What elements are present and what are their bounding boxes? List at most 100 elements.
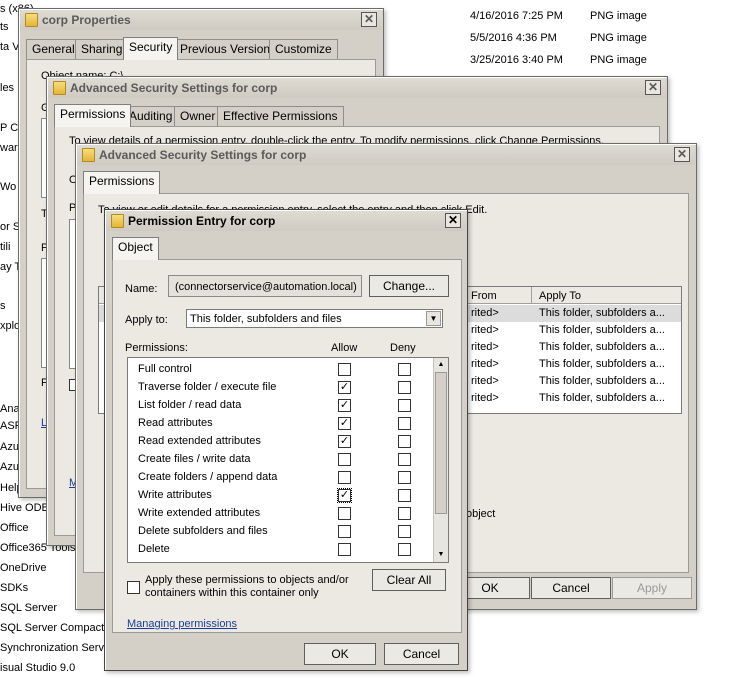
tab-security[interactable]: Security [123,37,179,60]
tab-sharing[interactable]: Sharing [75,39,129,60]
deny-checkbox[interactable] [398,435,411,448]
allow-checkbox[interactable] [338,471,351,484]
row-from: rited> [471,375,499,387]
row-apply-to: This folder, subfolders a... [539,341,665,353]
permissions-list[interactable]: Full control Traverse folder / execute fi… [127,357,449,563]
tree-item[interactable]: Synchronization Servic [0,642,112,654]
scroll-down-icon[interactable]: ▼ [435,549,447,561]
advanced-titlebar[interactable]: Advanced Security Settings for corp ✕ [77,145,695,165]
chevron-down-icon[interactable]: ▼ [426,311,441,326]
permission-name: Write extended attributes [138,507,261,519]
scroll-thumb[interactable] [435,372,447,514]
tree-item[interactable]: ts [0,21,9,33]
permission-entry-titlebar[interactable]: Permission Entry for corp ✕ [106,211,466,231]
allow-checkbox[interactable]: ✓ [338,417,351,430]
tab-effective-permissions[interactable]: Effective Permissions [217,106,344,127]
folder-icon [82,148,95,162]
tab-previous-versions[interactable]: Previous Versions [174,39,283,60]
entry-ok-button[interactable]: OK [304,643,376,665]
row-from: rited> [471,307,499,319]
deny-checkbox[interactable] [398,381,411,394]
col-divider [531,287,532,304]
deny-checkbox[interactable] [398,507,411,520]
tab-permissions-front[interactable]: Permissions [83,171,161,194]
tab-owner[interactable]: Owner [174,106,222,127]
file-row[interactable]: 4/16/2016 7:25 PM PNG image [380,10,740,28]
deny-checkbox[interactable] [398,543,411,556]
row-apply-to: This folder, subfolders a... [539,392,665,404]
allow-checkbox[interactable]: ✓ [337,488,352,503]
deny-checkbox[interactable] [398,399,411,412]
clear-all-button[interactable]: Clear All [372,569,446,591]
tree-item[interactable]: Hive ODB [0,502,49,514]
tree-item[interactable]: Wo [0,181,16,193]
allow-checkbox[interactable]: ✓ [338,399,351,412]
tree-item[interactable]: SDKs [0,582,28,594]
advanced-titlebar-back[interactable]: Advanced Security Settings for corp ✕ [48,78,666,98]
permission-name: Delete subfolders and files [138,525,268,537]
file-date: 4/16/2016 7:25 PM [470,10,563,22]
tree-item[interactable]: SQL Server Compact E [0,622,115,634]
entry-cancel-button[interactable]: Cancel [384,643,459,665]
deny-checkbox[interactable] [398,489,411,502]
cancel-button[interactable]: Cancel [531,577,611,599]
allow-checkbox[interactable] [338,363,351,376]
permission-name: Traverse folder / execute file [138,381,277,393]
tree-item[interactable]: Azu [0,441,19,453]
tree-item[interactable]: les [0,82,14,94]
tree-item[interactable]: P C [0,122,18,134]
permission-name: Write attributes [138,489,212,501]
deny-checkbox[interactable] [398,363,411,376]
managing-permissions-link[interactable]: Managing permissions [127,618,237,630]
tab-permissions[interactable]: Permissions [54,104,132,127]
close-icon[interactable]: ✕ [645,80,661,95]
properties-titlebar[interactable]: corp Properties ✕ [20,10,382,30]
allow-checkbox[interactable]: ✓ [338,435,351,448]
tree-item[interactable]: isual Studio 9.0 [0,662,75,674]
permission-name: Create files / write data [138,453,251,465]
permission-row: Write attributes ✓ [128,487,433,505]
tree-item[interactable]: Office [0,522,29,534]
tree-item[interactable]: OneDrive [0,562,46,574]
scrollbar[interactable]: ▲ ▼ [433,358,448,562]
tree-item[interactable]: war [0,142,18,154]
change-button[interactable]: Change... [369,275,449,297]
allow-checkbox[interactable] [338,525,351,538]
apply-to-select[interactable]: This folder, subfolders and files ▼ [186,309,443,328]
permission-name: List folder / read data [138,399,242,411]
tree-item[interactable]: tili [0,241,10,253]
file-date: 3/25/2016 3:40 PM [470,54,563,66]
row-apply-to: This folder, subfolders a... [539,324,665,336]
apply-button[interactable]: Apply [612,577,692,599]
tree-item[interactable]: SQL Server [0,602,57,614]
deny-checkbox[interactable] [398,525,411,538]
apply-inherit-checkbox[interactable] [127,581,140,594]
allow-checkbox[interactable] [338,453,351,466]
file-type: PNG image [590,32,647,44]
tab-object[interactable]: Object [112,237,159,260]
properties-title: corp Properties [42,13,131,27]
deny-checkbox[interactable] [398,453,411,466]
deny-checkbox[interactable] [398,417,411,430]
close-icon[interactable]: ✕ [361,12,377,27]
allow-checkbox[interactable] [338,507,351,520]
tree-item[interactable]: s [0,300,6,312]
deny-header: Deny [390,342,416,354]
permission-row: Full control [128,361,433,379]
close-icon[interactable]: ✕ [445,213,461,228]
scroll-up-icon[interactable]: ▲ [435,359,447,371]
allow-checkbox[interactable] [338,543,351,556]
tab-general[interactable]: General [26,39,81,60]
allow-checkbox[interactable]: ✓ [338,381,351,394]
file-row[interactable]: 5/5/2016 4:36 PM PNG image [380,32,740,50]
row-from: rited> [471,358,499,370]
permission-row: Write extended attributes [128,505,433,523]
tree-item[interactable]: Azu [0,461,19,473]
col-apply-to[interactable]: Apply To [539,290,581,302]
col-from[interactable]: From [471,290,497,302]
deny-checkbox[interactable] [398,471,411,484]
file-row[interactable]: 3/25/2016 3:40 PM PNG image [380,54,740,72]
tree-item[interactable]: Ana [0,403,20,415]
tab-customize[interactable]: Customize [269,39,338,60]
close-icon[interactable]: ✕ [674,147,690,162]
